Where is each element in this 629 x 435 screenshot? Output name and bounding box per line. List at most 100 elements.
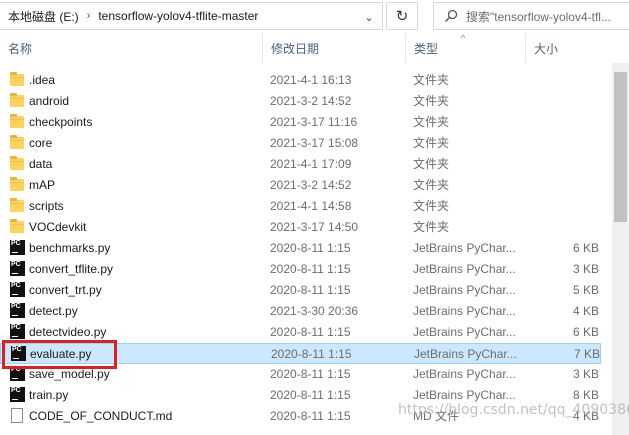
column-header-row: 名称 修改日期 类型 大小 (0, 33, 629, 63)
file-type: JetBrains PyChar... (413, 262, 516, 276)
file-date-modified: 2020-8-11 1:15 (270, 325, 351, 339)
file-row[interactable]: PC detect.py 2021-3-30 20:36 JetBrains PyCh… (0, 301, 601, 322)
red-highlight-box (2, 340, 117, 369)
file-size: 6 KB (572, 325, 599, 339)
file-date-modified: 2021-3-2 14:52 (270, 178, 352, 192)
pycharm-file-icon: PC (10, 387, 26, 404)
file-name: android (29, 94, 70, 108)
file-date-modified: 2021-3-17 15:08 (270, 136, 359, 150)
file-row[interactable]: PC benchmarks.py 2020-8-11 1:15 JetBrains P… (0, 238, 601, 259)
file-date-modified: 2020-8-11 1:15 (271, 347, 352, 361)
file-row[interactable]: data 2021-4-1 17:09 文件夹 (0, 154, 601, 175)
file-row[interactable]: mAP 2021-3-2 14:52 文件夹 (0, 175, 601, 196)
file-date-modified: 2021-3-17 14:50 (270, 220, 359, 234)
pycharm-file-icon: PC (10, 303, 26, 320)
file-name: detect.py (29, 304, 78, 318)
file-size: 4 KB (572, 304, 599, 318)
search-input[interactable]: 搜索"tensorflow-yolov4-tfl... (466, 8, 611, 25)
folder-icon (10, 114, 26, 131)
file-type: 文件夹 (413, 220, 450, 234)
file-list: .idea 2021-4-1 16:13 文件夹 android 2021-3-2 14… (0, 70, 629, 427)
file-size (525, 175, 599, 196)
file-name: VOCdevkit (29, 220, 87, 234)
file-name: core (29, 136, 53, 150)
file-name: convert_trt.py (29, 283, 102, 297)
file-type: 文件夹 (413, 73, 450, 87)
search-icon (444, 9, 466, 23)
file-row[interactable]: checkpoints 2021-3-17 11:16 文件夹 (0, 112, 601, 133)
file-type: 文件夹 (413, 94, 450, 108)
address-bar-region: 本地磁盘 (E:) › tensorflow-yolov4-tflite-mas… (0, 0, 629, 32)
column-header-date[interactable]: 修改日期 (262, 33, 405, 63)
file-date-modified: 2021-4-1 16:13 (270, 73, 352, 87)
file-name: CODE_OF_CONDUCT.md (29, 409, 173, 423)
breadcrumb-folder[interactable]: tensorflow-yolov4-tflite-master (98, 9, 258, 23)
file-size (525, 91, 599, 112)
file-name: checkpoints (29, 115, 93, 129)
file-size: 7 KB (573, 347, 600, 361)
breadcrumb-separator-icon[interactable]: › (87, 10, 91, 22)
file-date-modified: 2020-8-11 1:15 (270, 367, 351, 381)
file-size: 3 KB (572, 367, 599, 381)
folder-icon (10, 156, 26, 173)
file-type: JetBrains PyChar... (414, 347, 517, 361)
file-type: 文件夹 (413, 199, 450, 213)
file-date-modified: 2021-3-2 14:52 (270, 94, 352, 108)
file-row[interactable]: core 2021-3-17 15:08 文件夹 (0, 133, 601, 154)
file-size: 6 KB (572, 241, 599, 255)
file-name: benchmarks.py (29, 241, 111, 255)
pycharm-file-icon: PC (10, 240, 26, 257)
file-type: JetBrains PyChar... (413, 367, 516, 381)
file-type: 文件夹 (413, 136, 450, 150)
file-type: JetBrains PyChar... (413, 325, 516, 339)
refresh-button[interactable]: ↻ (386, 2, 418, 30)
file-name: scripts (29, 199, 64, 213)
address-bar[interactable]: 本地磁盘 (E:) › tensorflow-yolov4-tflite-mas… (0, 2, 383, 30)
file-type: JetBrains PyChar... (413, 304, 516, 318)
watermark: https://blog.csdn.net/qq_40903867 (398, 402, 629, 418)
file-size (525, 112, 599, 133)
file-date-modified: 2020-8-11 1:15 (270, 409, 351, 423)
file-date-modified: 2020-8-11 1:15 (270, 241, 351, 255)
file-date-modified: 2020-8-11 1:15 (270, 388, 351, 402)
column-header-name[interactable]: 名称 (0, 33, 262, 63)
pycharm-file-icon: PC (10, 324, 26, 341)
file-row[interactable]: android 2021-3-2 14:52 文件夹 (0, 91, 601, 112)
file-type: JetBrains PyChar... (413, 283, 516, 297)
scrollbar-thumb[interactable] (614, 72, 627, 222)
column-header-size[interactable]: 大小 (525, 33, 629, 63)
file-name: data (29, 157, 53, 171)
file-row[interactable]: VOCdevkit 2021-3-17 14:50 文件夹 (0, 217, 601, 238)
file-date-modified: 2021-4-1 14:58 (270, 199, 352, 213)
sort-ascending-icon: ^ (461, 33, 466, 43)
file-row[interactable]: scripts 2021-4-1 14:58 文件夹 (0, 196, 601, 217)
file-size: 3 KB (572, 262, 599, 276)
file-size: 5 KB (572, 283, 599, 297)
refresh-icon: ↻ (395, 8, 409, 25)
folder-icon (10, 72, 26, 89)
file-size (525, 154, 599, 175)
folder-icon (10, 135, 26, 152)
pycharm-file-icon: PC (10, 282, 26, 299)
file-row[interactable]: .idea 2021-4-1 16:13 文件夹 (0, 70, 601, 91)
file-type: JetBrains PyChar... (413, 241, 516, 255)
file-date-modified: 2021-3-17 11:16 (270, 115, 358, 129)
document-icon (10, 408, 26, 425)
folder-icon (10, 198, 26, 215)
file-size (525, 70, 599, 91)
search-field[interactable]: 搜索"tensorflow-yolov4-tfl... (433, 2, 629, 30)
file-row[interactable]: PC convert_tflite.py 2020-8-11 1:15 JetBrai… (0, 259, 601, 280)
folder-icon (10, 219, 26, 236)
file-size (525, 196, 599, 217)
breadcrumb-drive[interactable]: 本地磁盘 (E:) (8, 8, 79, 25)
file-date-modified: 2020-8-11 1:15 (270, 262, 351, 276)
file-date-modified: 2021-4-1 17:09 (270, 157, 352, 171)
file-name: mAP (29, 178, 56, 192)
file-size (525, 133, 599, 154)
address-history-dropdown-icon[interactable]: ⌄ (362, 9, 376, 25)
file-name: .idea (29, 73, 56, 87)
file-row[interactable]: PC convert_trt.py 2020-8-11 1:15 JetBrains … (0, 280, 601, 301)
file-date-modified: 2020-8-11 1:15 (270, 283, 351, 297)
file-size (525, 217, 599, 238)
folder-icon (10, 177, 26, 194)
